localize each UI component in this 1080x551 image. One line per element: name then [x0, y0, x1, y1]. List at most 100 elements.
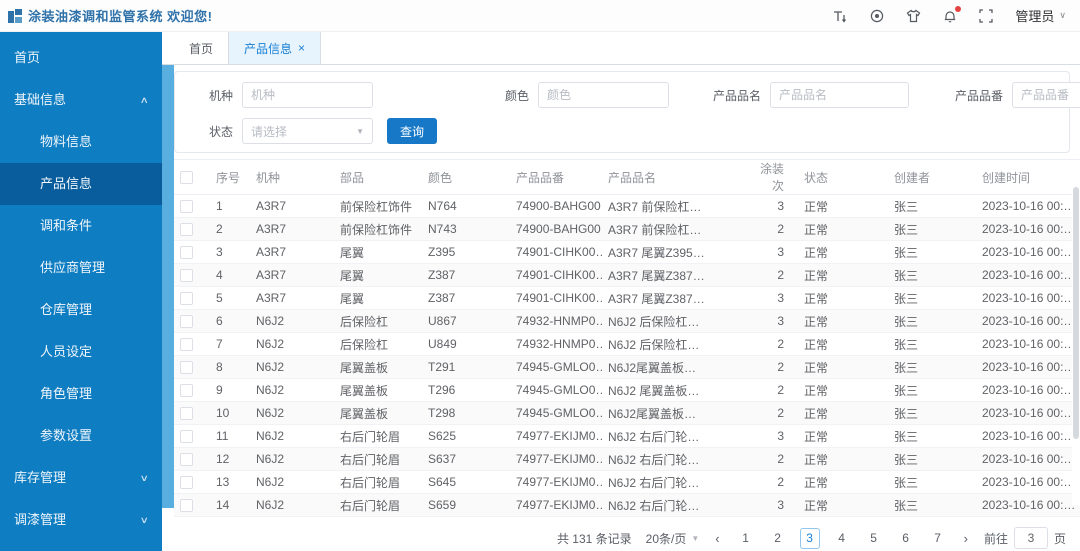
- cell-model: A3R7: [250, 240, 334, 264]
- table-header: 序号 机种 部品 颜色 产品品番 产品品名 涂装次 状态 创建者 创建时间: [174, 159, 1080, 195]
- cell-creator: 张三: [888, 194, 976, 218]
- top-bar: 涂装油漆调和监管系统 欢迎您! 管理员 ∨: [0, 0, 1080, 32]
- sidebar-item-label: 调和条件: [40, 218, 93, 233]
- page-size-select[interactable]: 20条/页 ▼: [646, 530, 700, 547]
- cell-coats: 3: [750, 194, 798, 218]
- sidebar-item-role-mgmt[interactable]: 角色管理: [0, 373, 162, 415]
- row-checkbox[interactable]: [180, 361, 193, 375]
- cell-name: A3R7 尾翼Z395…: [602, 240, 750, 264]
- help-circle-icon[interactable]: [870, 9, 884, 23]
- row-checkbox[interactable]: [180, 407, 193, 421]
- sidebar-item-supplier-mgmt[interactable]: 供应商管理: [0, 247, 162, 289]
- cell-part: 尾翼: [334, 240, 422, 264]
- cell-part: 右后门轮眉: [334, 447, 422, 471]
- row-checkbox[interactable]: [180, 338, 193, 352]
- fullscreen-icon[interactable]: [979, 8, 994, 23]
- cell-coats: 2: [750, 447, 798, 471]
- sidebar-item-material-info[interactable]: 物料信息: [0, 121, 162, 163]
- cell-creator: 张三: [888, 217, 976, 241]
- cell-name: N6J2 后保险杠…: [602, 309, 750, 333]
- cell-model: A3R7: [250, 263, 334, 287]
- row-checkbox[interactable]: [180, 200, 193, 214]
- goto-label: 前往: [983, 531, 1008, 546]
- theme-shirt-icon[interactable]: [906, 9, 921, 23]
- filter-label-model: 机种: [208, 88, 233, 103]
- color-input[interactable]: [538, 82, 669, 108]
- table-row: 1A3R7前保险杠饰件N76474900-BAHG00…A3R7 前保险杠…3正…: [174, 194, 1080, 218]
- font-size-icon[interactable]: [833, 9, 848, 23]
- sidebar-item-product-info[interactable]: 产品信息: [0, 163, 162, 205]
- row-checkbox[interactable]: [180, 453, 193, 467]
- sidebar-item-label: 首页: [14, 50, 41, 65]
- product-no-input[interactable]: [1012, 82, 1080, 108]
- page-button-6[interactable]: 6: [896, 531, 916, 545]
- row-checkbox[interactable]: [180, 476, 193, 490]
- cell-model: A3R7: [250, 217, 334, 241]
- row-checkbox[interactable]: [180, 269, 193, 283]
- row-checkbox[interactable]: [180, 246, 193, 260]
- tab-bar: 首页 产品信息 ×: [162, 32, 1080, 65]
- row-checkbox[interactable]: [180, 292, 193, 306]
- cell-status: 正常: [798, 240, 888, 264]
- tab-home[interactable]: 首页: [174, 32, 228, 64]
- cell-part_no: 74932-HNMP0…: [510, 309, 602, 333]
- query-button[interactable]: 查询: [387, 118, 438, 144]
- cell-name: N6J2 尾翼盖板…: [602, 378, 750, 402]
- cell-status: 正常: [798, 309, 888, 333]
- model-input[interactable]: [242, 82, 373, 108]
- cell-model: N6J2: [250, 447, 334, 471]
- page-button-5[interactable]: 5: [864, 531, 884, 545]
- cell-coats: 2: [750, 332, 798, 356]
- row-checkbox[interactable]: [180, 430, 193, 444]
- cell-part: 尾翼: [334, 263, 422, 287]
- sidebar-item-param-setting[interactable]: 参数设置: [0, 415, 162, 457]
- page-button-4[interactable]: 4: [832, 531, 852, 545]
- cell-created: 2023-10-16 00:…: [976, 240, 1080, 264]
- goto-page-input[interactable]: [1013, 527, 1048, 549]
- sidebar-item-label: 库存管理: [14, 470, 67, 485]
- row-checkbox[interactable]: [180, 384, 193, 398]
- product-name-input[interactable]: [770, 82, 909, 108]
- cell-color: S645: [422, 470, 510, 494]
- tab-product-info[interactable]: 产品信息 ×: [228, 32, 322, 64]
- table-scrollbar[interactable]: [1072, 187, 1080, 505]
- cell-coats: 2: [750, 401, 798, 425]
- cell-part_no: 74901-CIHK00…: [510, 263, 602, 287]
- page-button-7[interactable]: 7: [928, 531, 948, 545]
- page-button-1[interactable]: 1: [736, 531, 756, 545]
- cell-status: 正常: [798, 401, 888, 425]
- scrollbar-thumb[interactable]: [1073, 187, 1079, 439]
- cell-seq: 6: [210, 309, 250, 333]
- table-row: 11 N6J2 右后门轮眉 S625 74977-EKIJM0… N6J2 右后门轮… 3 正…: [174, 424, 1080, 448]
- cell-status: 正常: [798, 493, 888, 517]
- sidebar-item-basic-info[interactable]: 基础信息 ∧: [0, 79, 162, 121]
- filter-label-status: 状态: [208, 124, 233, 139]
- page-button-2[interactable]: 2: [768, 531, 788, 545]
- user-menu[interactable]: 管理员 ∨: [1015, 6, 1066, 25]
- sidebar-item-personnel-setting[interactable]: 人员设定: [0, 331, 162, 373]
- sidebar-item-label: 人员设定: [40, 344, 93, 359]
- sidebar-item-paint-mgmt[interactable]: 调漆管理 ∨: [0, 499, 162, 541]
- status-select[interactable]: 请选择 ▼: [242, 118, 373, 144]
- cell-seq: 2: [210, 217, 250, 241]
- notification-bell-icon[interactable]: [943, 5, 962, 23]
- cell-seq: 3: [210, 240, 250, 264]
- table-row: 4 A3R7 尾翼 Z387 74901-CIHK00… A3R7 尾翼Z387… 2 正常张…: [174, 263, 1080, 287]
- row-checkbox[interactable]: [180, 315, 193, 329]
- prev-page-button[interactable]: ‹: [713, 531, 721, 546]
- sidebar-item-home[interactable]: 首页: [0, 37, 162, 79]
- page-button-3[interactable]: 3: [799, 527, 820, 549]
- cell-color: Z387: [422, 286, 510, 310]
- sidebar-item-blend-condition[interactable]: 调和条件: [0, 205, 162, 247]
- sidebar-item-label: 物料信息: [40, 134, 93, 149]
- row-checkbox[interactable]: [180, 499, 193, 513]
- next-page-button[interactable]: ›: [962, 531, 970, 546]
- cell-name: N6J2 后保险杠…: [602, 332, 750, 356]
- row-checkbox[interactable]: [180, 223, 193, 237]
- close-icon[interactable]: ×: [298, 41, 305, 55]
- sidebar-item-inventory-mgmt[interactable]: 库存管理 ∨: [0, 457, 162, 499]
- select-all-checkbox[interactable]: [180, 171, 193, 185]
- cell-seq: 8: [210, 355, 250, 379]
- cell-color: S659: [422, 493, 510, 517]
- sidebar-item-warehouse-mgmt[interactable]: 仓库管理: [0, 289, 162, 331]
